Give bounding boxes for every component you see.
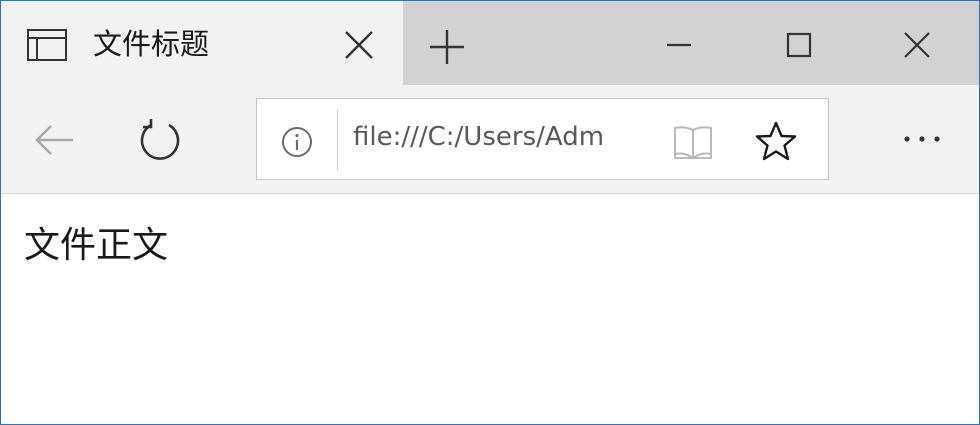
address-divider [337,109,338,171]
more-icon[interactable] [899,125,945,153]
active-tab[interactable]: 文件标题 [1,1,403,85]
book-icon[interactable] [671,124,715,160]
address-bar[interactable]: file:///C:/Users/Adm [256,98,829,180]
back-arrow-icon[interactable] [33,118,77,162]
star-icon[interactable] [755,121,797,163]
browser-window: 文件标题 file:///C:/Users/Adm 文件正文 [0,0,980,425]
tab-title: 文件标题 [93,27,210,61]
page-content: 文件正文 [1,194,979,424]
tab-close-icon[interactable] [343,29,375,61]
refresh-icon[interactable] [137,117,183,163]
window-close-icon[interactable] [899,27,935,63]
info-icon[interactable] [281,126,313,158]
page-icon [27,29,67,61]
minimize-icon[interactable] [661,27,697,63]
new-tab-plus-icon[interactable] [429,29,465,65]
url-text[interactable]: file:///C:/Users/Adm [353,117,647,157]
navigation-bar: file:///C:/Users/Adm [1,85,979,194]
maximize-icon[interactable] [781,27,817,63]
title-bar: 文件标题 [1,1,979,85]
body-text: 文件正文 [24,225,169,266]
